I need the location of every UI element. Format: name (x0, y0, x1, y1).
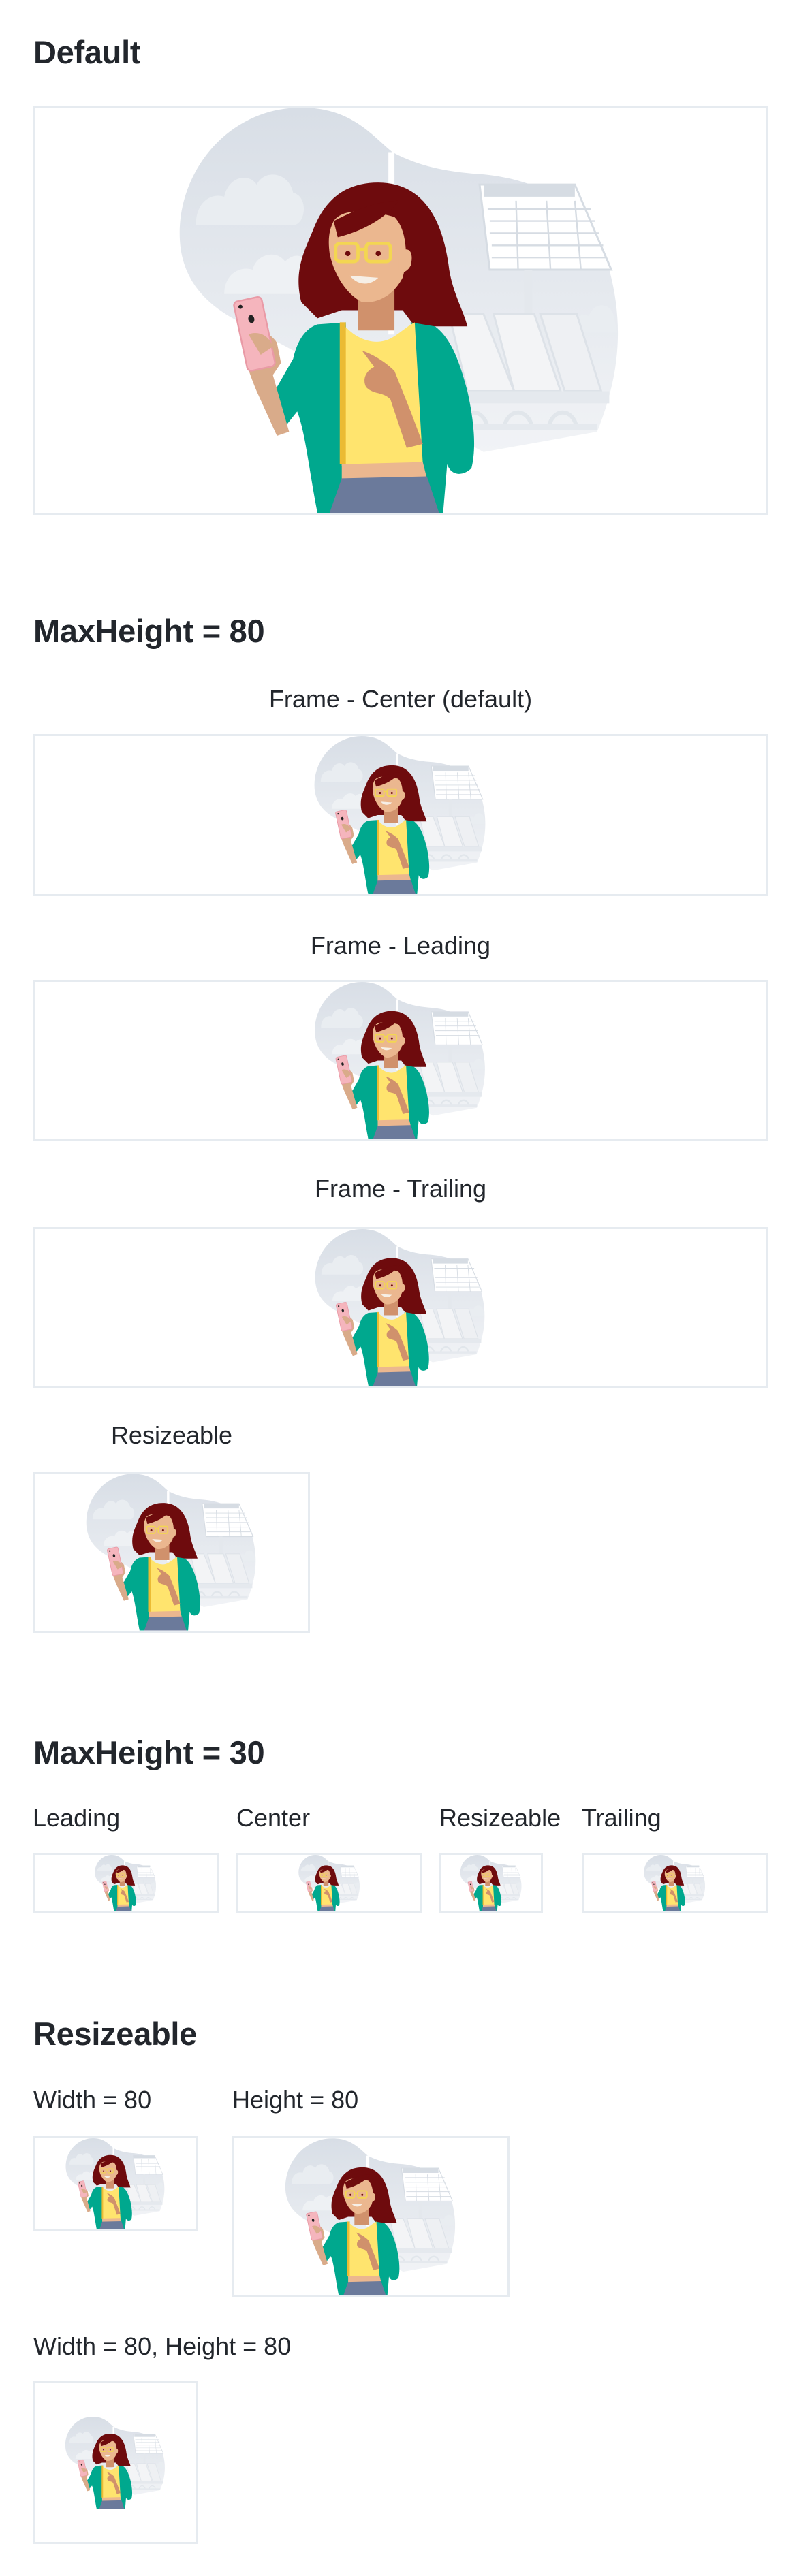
label-leading: Leading (33, 1804, 121, 1832)
label-height-80: Height = 80 (232, 2086, 359, 2114)
illustration-image (234, 2138, 507, 2295)
label-center: Center (236, 1804, 311, 1832)
section-title-max-height-30: MaxHeight = 30 (33, 1734, 265, 1770)
illustration-image (35, 1229, 766, 1386)
illustration-image (35, 1474, 308, 1631)
illustration-image (35, 2383, 196, 2542)
label-frame-center: Frame - Center (default) (268, 685, 533, 713)
illustration-image (35, 736, 766, 894)
illustration-image (35, 2138, 196, 2229)
image-frame-height-80 (232, 2136, 510, 2297)
illustration-image (584, 1855, 766, 1911)
image-frame-center (33, 734, 768, 896)
label-width-height-80: Width = 80, Height = 80 (33, 2332, 292, 2360)
image-frame-width-height-80 (33, 2381, 198, 2544)
section-title-resizeable: Resizeable (33, 2016, 197, 2052)
image-frame-trailing (33, 1227, 768, 1388)
label-width-80: Width = 80 (33, 2086, 152, 2114)
illustration-image (35, 1855, 217, 1911)
label-resizeable: Resizeable (110, 1421, 233, 1449)
image-frame-small-resizeable (439, 1853, 543, 1913)
image-frame-resizeable (33, 1472, 310, 1633)
section-title-default: Default (33, 34, 141, 70)
illustration-image (441, 1855, 541, 1911)
label-trailing: Trailing (582, 1804, 661, 1832)
label-frame-trailing: Frame - Trailing (314, 1175, 487, 1203)
image-frame-width-80 (33, 2136, 198, 2231)
illustration-image (238, 1855, 420, 1911)
image-frame-default (33, 106, 768, 515)
image-frame-small-center (236, 1853, 422, 1913)
image-frame-small-leading (33, 1853, 219, 1913)
illustration-image (35, 108, 766, 513)
image-frame-leading (33, 980, 768, 1141)
illustration-image (35, 982, 766, 1139)
section-title-max-height-80: MaxHeight = 80 (33, 613, 265, 649)
label-frame-leading: Frame - Leading (310, 932, 491, 959)
image-frame-small-trailing (582, 1853, 768, 1913)
label-resizeable-small: Resizeable (439, 1804, 561, 1832)
